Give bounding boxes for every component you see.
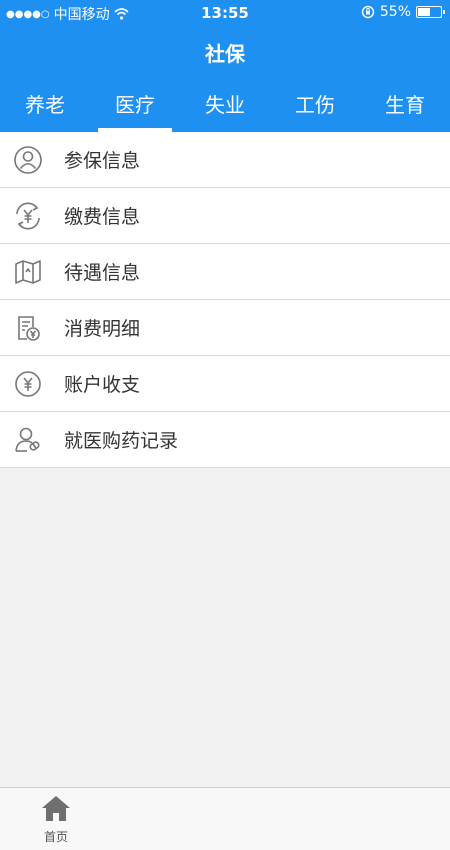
yuan-refresh-icon: [0, 188, 52, 244]
menu-item-label: 待遇信息: [64, 262, 141, 284]
map-icon: [0, 244, 52, 300]
menu-item-label: 就医购药记录: [64, 430, 179, 452]
menu-item-label: 账户收支: [64, 374, 141, 396]
receipt-icon: [0, 300, 52, 356]
menu-item-label: 参保信息: [64, 150, 141, 172]
battery-fill: [418, 8, 430, 16]
category-tabs: 养老 医疗 失业 工伤 生育: [0, 82, 450, 132]
menu-item-medical-purchase-records[interactable]: 就医购药记录: [0, 412, 450, 468]
page-title: 社保: [0, 26, 450, 82]
menu-list: 参保信息 缴费信息 待遇信息 消费明细 账户收支 就医购药记录: [0, 132, 450, 468]
battery-percent: 55%: [379, 4, 411, 20]
tab-unemployment[interactable]: 失业: [180, 82, 270, 132]
tab-home[interactable]: 首页: [30, 794, 82, 845]
tab-work-injury[interactable]: 工伤: [270, 82, 360, 132]
menu-item-benefit-info[interactable]: 待遇信息: [0, 244, 450, 300]
menu-item-consumption-detail[interactable]: 消费明细: [0, 300, 450, 356]
status-bar: ●●●●○ 中国移动 13:55 55%: [0, 0, 450, 26]
menu-item-label: 缴费信息: [64, 206, 141, 228]
person-circle-icon: [0, 132, 52, 188]
user-pill-icon: [0, 412, 52, 468]
menu-item-account-balance[interactable]: 账户收支: [0, 356, 450, 412]
tab-maternity[interactable]: 生育: [360, 82, 450, 132]
tab-medical[interactable]: 医疗: [90, 82, 180, 132]
menu-item-label: 消费明细: [64, 318, 141, 340]
yuan-circle-icon: [0, 356, 52, 412]
bottom-tab-bar: 首页: [0, 787, 450, 850]
battery-icon: [416, 6, 445, 18]
tab-pension[interactable]: 养老: [0, 82, 90, 132]
rotation-lock-icon: [361, 5, 375, 19]
menu-item-insurance-info[interactable]: 参保信息: [0, 132, 450, 188]
tab-home-label: 首页: [43, 830, 68, 844]
home-icon: [42, 796, 70, 821]
menu-item-payment-info[interactable]: 缴费信息: [0, 188, 450, 244]
